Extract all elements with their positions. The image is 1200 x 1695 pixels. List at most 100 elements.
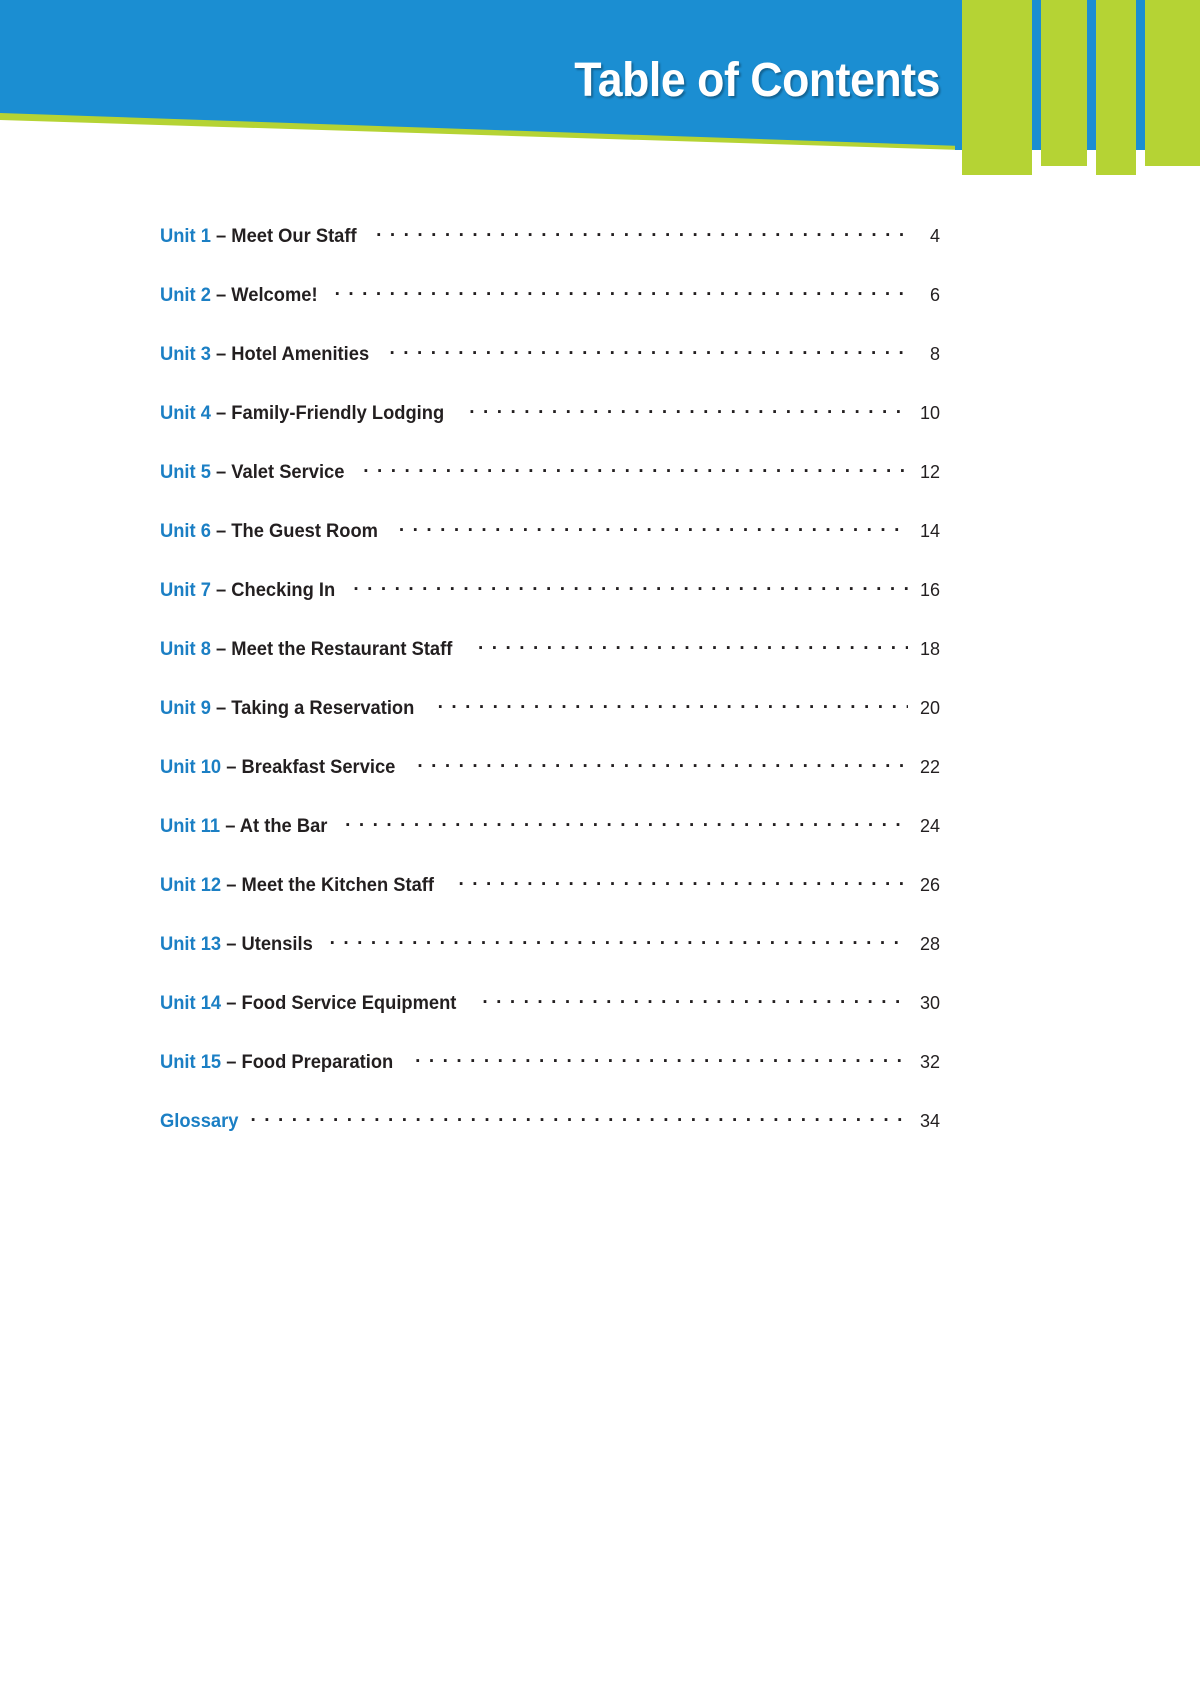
toc-entry-unit: Unit 7	[160, 578, 211, 601]
toc-entry-title: – Taking a Reservation	[216, 696, 415, 719]
toc-entry-page-number: 10	[919, 402, 940, 423]
dot-leader	[399, 517, 908, 537]
dot-leader	[438, 694, 908, 714]
toc-entry[interactable]: Unit 14 – Food Service Equipment 30	[160, 989, 940, 1048]
toc-entry[interactable]: Unit 12 – Meet the Kitchen Staff 26	[160, 871, 940, 930]
dot-leader	[330, 930, 908, 950]
toc-entry-page-number: 22	[919, 756, 940, 777]
dot-leader	[345, 812, 908, 832]
toc-entry-page-number: 20	[919, 697, 940, 718]
toc-entry-unit: Unit 2	[160, 283, 211, 306]
toc-entry[interactable]: Unit 7 – Checking In 16	[160, 576, 940, 635]
toc-entry[interactable]: Unit 2 – Welcome! 6	[160, 281, 940, 340]
toc-entry-title: – Food Preparation	[226, 1050, 394, 1073]
toc-entry-label: Unit 9 – Taking a Reservation	[160, 697, 414, 720]
toc-entry-unit: Glossary	[160, 1109, 239, 1132]
toc-entry-label: Unit 1 – Meet Our Staff	[160, 225, 357, 248]
toc-entry-unit: Unit 11	[160, 814, 221, 837]
toc-entry[interactable]: Unit 13 – Utensils 28	[160, 930, 940, 989]
toc-entry[interactable]: Unit 10 – Breakfast Service 22	[160, 753, 940, 812]
dot-leader	[482, 989, 908, 1009]
toc-entry[interactable]: Unit 4 – Family-Friendly Lodging 10	[160, 399, 940, 458]
toc-entry[interactable]: Unit 3 – Hotel Amenities 8	[160, 340, 940, 399]
toc-entry-label: Unit 11 – At the Bar	[160, 815, 327, 838]
dot-leader	[250, 1107, 908, 1127]
toc-entry-unit: Unit 13	[160, 932, 222, 955]
toc-entry[interactable]: Unit 6 – The Guest Room 14	[160, 517, 940, 576]
toc-entry-label: Unit 2 – Welcome!	[160, 284, 318, 307]
toc-entry-title: – Checking In	[216, 578, 336, 601]
dot-leader	[417, 753, 908, 773]
page-header: Table of Contents	[0, 0, 1200, 175]
header-green-bar-4	[1145, 0, 1200, 166]
toc-entry-label: Unit 15 – Food Preparation	[160, 1051, 393, 1074]
toc-entry-unit: Unit 9	[160, 696, 211, 719]
toc-entry-title: – Valet Service	[216, 460, 345, 483]
toc-entry-title: – Meet Our Staff	[216, 224, 357, 247]
dot-leader	[415, 1048, 908, 1068]
toc-entry-unit: Unit 14	[160, 991, 222, 1014]
toc-entry[interactable]: Unit 5 – Valet Service 12	[160, 458, 940, 517]
toc-entry-label: Unit 10 – Breakfast Service	[160, 756, 395, 779]
toc-entry[interactable]: Unit 9 – Taking a Reservation 20	[160, 694, 940, 753]
toc-entry[interactable]: Unit 15 – Food Preparation 32	[160, 1048, 940, 1107]
toc-entry-label: Unit 3 – Hotel Amenities	[160, 343, 369, 366]
toc-entry[interactable]: Unit 11 – At the Bar 24	[160, 812, 940, 871]
dot-leader	[353, 576, 908, 596]
header-green-bar-2	[1041, 0, 1087, 166]
toc-entry-title: – Meet the Kitchen Staff	[226, 873, 434, 896]
toc-entry-unit: Unit 10	[160, 755, 222, 778]
toc-entry-title: – Welcome!	[216, 283, 318, 306]
toc-entry-page-number: 34	[919, 1110, 940, 1131]
table-of-contents-list: Unit 1 – Meet Our Staff 4 Unit 2 – Welcome…	[160, 222, 940, 1166]
toc-entry-title: – Food Service Equipment	[226, 991, 457, 1014]
toc-entry-unit: Unit 12	[160, 873, 222, 896]
toc-entry-unit: Unit 8	[160, 637, 211, 660]
toc-entry-title: – Meet the Restaurant Staff	[216, 637, 453, 660]
toc-entry-title: – At the Bar	[225, 814, 328, 837]
toc-entry-unit: Unit 4	[160, 401, 211, 424]
toc-entry-page-number: 12	[919, 461, 940, 482]
toc-entry-page-number: 28	[919, 933, 940, 954]
dot-leader	[363, 458, 908, 478]
header-green-bar-1	[962, 0, 1032, 175]
toc-entry-page-number: 6	[929, 284, 940, 305]
dot-leader	[335, 281, 908, 301]
toc-entry-unit: Unit 3	[160, 342, 211, 365]
dot-leader	[390, 340, 909, 360]
toc-entry[interactable]: Unit 1 – Meet Our Staff 4	[160, 222, 940, 281]
toc-entry-label: Unit 6 – The Guest Room	[160, 520, 378, 543]
toc-entry-page-number: 30	[919, 992, 940, 1013]
toc-entry[interactable]: Glossary 34	[160, 1107, 940, 1166]
header-green-bar-3	[1096, 0, 1136, 175]
toc-entry-page-number: 32	[919, 1051, 940, 1072]
toc-entry-page-number: 14	[919, 520, 940, 541]
toc-entry-title: – Family-Friendly Lodging	[216, 401, 445, 424]
toc-entry-label: Unit 5 – Valet Service	[160, 461, 344, 484]
toc-entry-label: Unit 13 – Utensils	[160, 933, 313, 956]
toc-entry-unit: Unit 15	[160, 1050, 222, 1073]
toc-entry-page-number: 4	[929, 225, 940, 246]
toc-entry-label: Unit 4 – Family-Friendly Lodging	[160, 402, 444, 425]
toc-entry-label: Unit 14 – Food Service Equipment	[160, 992, 456, 1015]
dot-leader	[478, 635, 908, 655]
toc-entry-unit: Unit 5	[160, 460, 211, 483]
toc-entry-page-number: 18	[919, 638, 940, 659]
toc-entry-unit: Unit 6	[160, 519, 211, 542]
toc-entry-label: Unit 12 – Meet the Kitchen Staff	[160, 874, 434, 897]
toc-entry-unit: Unit 1	[160, 224, 211, 247]
toc-entry-page-number: 24	[919, 815, 940, 836]
toc-entry-label: Glossary	[160, 1110, 238, 1133]
dot-leader	[376, 222, 908, 242]
toc-entry-title: – Breakfast Service	[226, 755, 396, 778]
dot-leader	[458, 871, 908, 891]
dot-leader	[469, 399, 908, 419]
toc-entry-page-number: 16	[919, 579, 940, 600]
toc-entry[interactable]: Unit 8 – Meet the Restaurant Staff 18	[160, 635, 940, 694]
toc-entry-title: – The Guest Room	[216, 519, 378, 542]
toc-entry-page-number: 26	[919, 874, 940, 895]
page-title: Table of Contents	[574, 54, 940, 107]
toc-entry-title: – Utensils	[226, 932, 313, 955]
toc-entry-page-number: 8	[929, 343, 940, 364]
toc-entry-label: Unit 7 – Checking In	[160, 579, 335, 602]
